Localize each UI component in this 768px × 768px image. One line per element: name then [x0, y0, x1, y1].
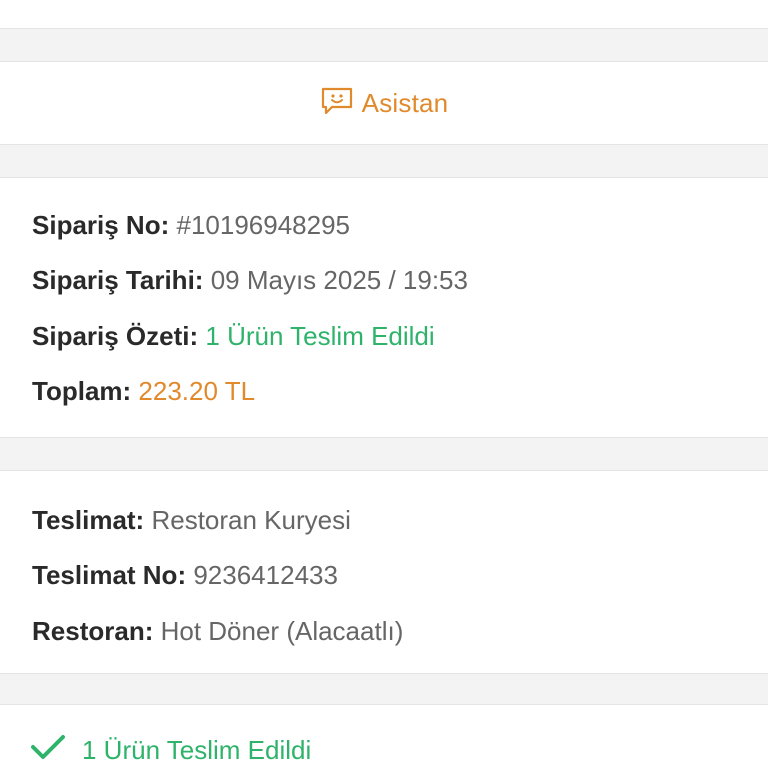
section-divider [0, 673, 768, 705]
order-date-value: 09 Mayıs 2025 / 19:53 [210, 265, 468, 295]
restaurant-row: Restoran: Hot Döner (Alacaatlı) [32, 616, 403, 646]
delivered-status-text: 1 Ürün Teslim Edildi [82, 735, 312, 765]
delivery-type-label: Teslimat: [32, 505, 145, 535]
delivery-number-value: 9236412433 [193, 560, 338, 590]
order-number-row: Sipariş No: #10196948295 [32, 210, 350, 240]
delivery-type-row: Teslimat: Restoran Kuryesi [32, 505, 351, 535]
assistant-button[interactable]: Asistan [0, 62, 768, 144]
delivery-type-value: Restoran Kuryesi [151, 505, 351, 535]
order-info-section: Sipariş No: #10196948295 Sipariş Tarihi:… [0, 178, 768, 437]
order-number-value: #10196948295 [176, 210, 351, 240]
order-number-label: Sipariş No: [32, 210, 170, 240]
check-icon [30, 733, 66, 768]
delivery-info-section: Teslimat: Restoran Kuryesi Teslimat No: … [0, 471, 768, 673]
order-total-row: Toplam: 223.20 TL [32, 376, 255, 406]
order-detail-page: Asistan Sipariş No: #10196948295 Sipariş… [0, 0, 768, 768]
section-divider [0, 28, 768, 62]
order-date-row: Sipariş Tarihi: 09 Mayıs 2025 / 19:53 [32, 265, 468, 295]
restaurant-value: Hot Döner (Alacaatlı) [160, 616, 404, 646]
order-summary-value: 1 Ürün Teslim Edildi [205, 321, 435, 351]
order-total-label: Toplam: [32, 376, 132, 406]
section-divider [0, 437, 768, 471]
delivery-number-row: Teslimat No: 9236412433 [32, 560, 338, 590]
order-date-label: Sipariş Tarihi: [32, 265, 204, 295]
chat-smile-icon [320, 86, 354, 121]
delivery-number-label: Teslimat No: [32, 560, 187, 590]
restaurant-label: Restoran: [32, 616, 154, 646]
order-total-value: 223.20 TL [138, 376, 256, 406]
assistant-label: Asistan [361, 87, 449, 118]
delivery-status-section: 1 Ürün Teslim Edildi [0, 705, 768, 768]
previous-section [0, 0, 768, 28]
section-divider [0, 144, 768, 178]
assistant-section: Asistan [0, 62, 768, 144]
order-summary-label: Sipariş Özeti: [32, 321, 199, 351]
delivered-status: 1 Ürün Teslim Edildi [30, 733, 311, 768]
order-summary-row: Sipariş Özeti: 1 Ürün Teslim Edildi [32, 321, 435, 351]
